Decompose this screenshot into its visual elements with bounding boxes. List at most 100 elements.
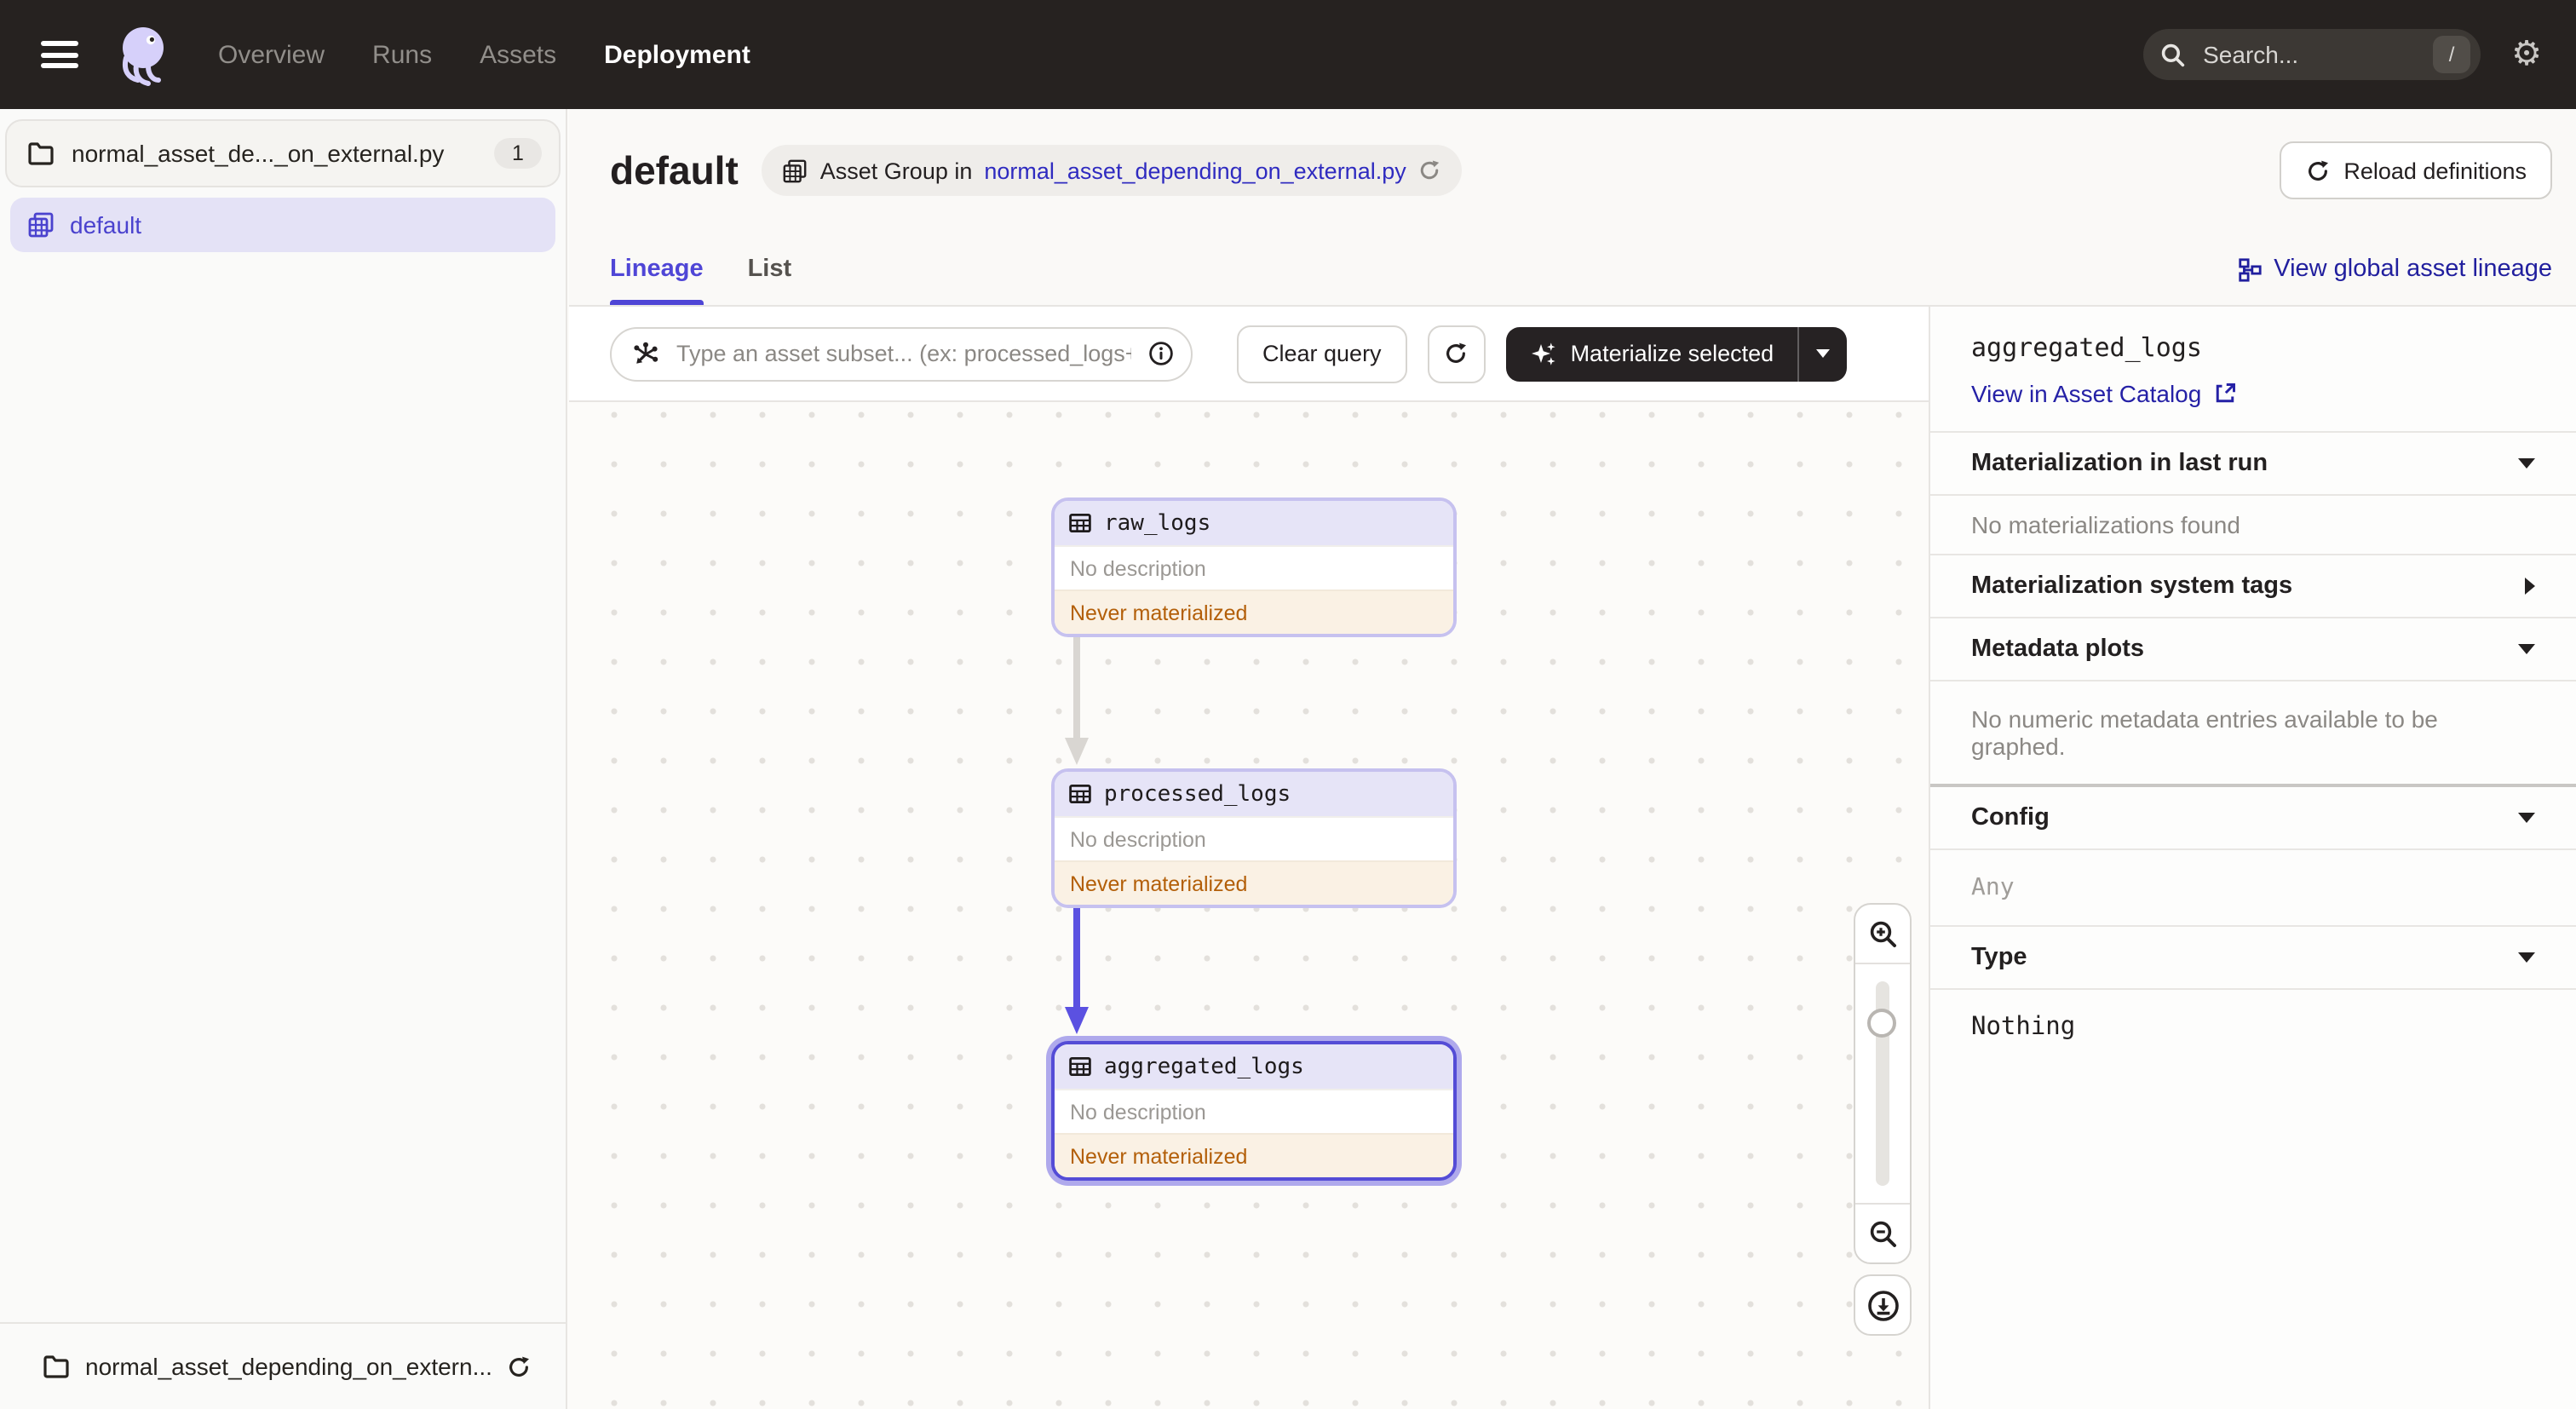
external-link-icon (2217, 383, 2236, 403)
search-shortcut-key: / (2433, 36, 2471, 73)
reload-definitions-button[interactable]: Reload definitions (2279, 141, 2552, 199)
section-materialization-system-tags[interactable]: Materialization system tags (1930, 555, 2576, 618)
nav-item-overview[interactable]: Overview (218, 40, 325, 69)
section-config[interactable]: Config (1930, 787, 2576, 850)
dagster-logo-icon[interactable] (106, 17, 181, 92)
nav-item-assets[interactable]: Assets (480, 40, 556, 69)
breadcrumb-prefix: Asset Group in (819, 158, 973, 183)
download-graph-button[interactable] (1854, 1274, 1912, 1336)
tab-list[interactable]: List (748, 233, 792, 305)
reload-location-icon[interactable] (506, 1354, 532, 1379)
section-label: Materialization in last run (1971, 450, 2268, 477)
asset-query-input-wrap (610, 326, 1193, 381)
code-location-row[interactable]: normal_asset_de..._on_external.py 1 (5, 119, 561, 187)
asset-status: Never materialized (1055, 1133, 1453, 1177)
search-icon (2161, 43, 2185, 66)
section-label: Type (1971, 944, 2027, 971)
asset-group-icon (28, 212, 54, 238)
breadcrumb: Asset Group in normal_asset_depending_on… (762, 145, 1463, 196)
chevron-down-icon (2518, 952, 2535, 963)
asset-status: Never materialized (1055, 589, 1453, 634)
asset-name: raw_logs (1104, 510, 1211, 536)
table-icon (1069, 1056, 1091, 1077)
zoom-slider-knob[interactable] (1866, 1009, 1895, 1038)
reload-location-icon[interactable] (1418, 158, 1442, 182)
nav-item-deployment[interactable]: Deployment (604, 40, 750, 69)
section-materialization-in-last-run[interactable]: Materialization in last run (1930, 433, 2576, 496)
asset-groups-sidebar: normal_asset_de..._on_external.py 1 defa… (0, 109, 567, 1409)
zoom-in-icon (1869, 920, 1895, 946)
asset-status: Never materialized (1055, 860, 1453, 905)
view-global-asset-lineage-link[interactable]: View global asset lineage (2236, 256, 2552, 283)
materialize-options-dropdown[interactable] (1797, 326, 1847, 381)
global-search[interactable]: / (2143, 29, 2481, 80)
selected-asset-name: aggregated_logs (1971, 332, 2202, 363)
refresh-graph-button[interactable] (1427, 325, 1486, 382)
table-icon (1069, 784, 1091, 804)
zoom-in-button[interactable] (1855, 905, 1910, 964)
asset-node-aggregated-logs[interactable]: aggregated_logs No description Never mat… (1051, 1041, 1457, 1181)
view-in-asset-catalog-link[interactable]: View in Asset Catalog (1971, 380, 2535, 407)
dagster-app: Overview Runs Assets Deployment / ⚙ norm… (0, 0, 2576, 1409)
primary-nav: Overview Runs Assets Deployment (218, 40, 750, 69)
folder-icon (28, 142, 54, 165)
breadcrumb-code-location-link[interactable]: normal_asset_depending_on_external.py (984, 158, 1406, 183)
zoom-out-icon (1869, 1220, 1895, 1246)
sparkle-icon (1531, 342, 1555, 365)
nav-item-runs[interactable]: Runs (372, 40, 432, 69)
section-label: Config (1971, 804, 2050, 831)
info-icon[interactable] (1148, 341, 1174, 366)
chevron-down-icon (2518, 644, 2535, 654)
materialize-selected-button[interactable]: Materialize selected (1505, 326, 1848, 381)
metadata-plots-empty-message: No numeric metadata entries available to… (1930, 681, 2576, 787)
chevron-right-icon (2525, 578, 2535, 595)
asset-node-raw-logs[interactable]: raw_logs No description Never materializ… (1051, 497, 1457, 637)
asset-name: processed_logs (1104, 781, 1291, 807)
refresh-icon (1446, 342, 1467, 363)
clear-query-button[interactable]: Clear query (1237, 325, 1407, 382)
section-metadata-plots[interactable]: Metadata plots (1930, 618, 2576, 681)
sidebar-item-label: default (70, 211, 142, 239)
asset-lineage-canvas[interactable]: raw_logs No description Never materializ… (569, 402, 1929, 1409)
zoom-out-button[interactable] (1855, 1203, 1910, 1262)
folder-icon (43, 1355, 69, 1378)
view-tabs: Lineage List View global asset lineage (610, 233, 2552, 305)
asset-query-input[interactable] (673, 339, 1135, 368)
reload-icon (2308, 159, 2328, 180)
chevron-down-icon (2518, 813, 2535, 823)
asset-detail-panel: aggregated_logs View in Asset Catalog Ma… (1929, 307, 2576, 1409)
asset-count-badge: 1 (494, 138, 542, 169)
settings-gear-icon[interactable]: ⚙ (2511, 37, 2542, 72)
materialize-selected-label: Materialize selected (1570, 341, 1774, 366)
section-type[interactable]: Type (1930, 927, 2576, 990)
search-input[interactable] (2199, 39, 2378, 70)
tab-lineage[interactable]: Lineage (610, 233, 704, 305)
footer-code-location-label: normal_asset_depending_on_extern... (85, 1353, 492, 1380)
sidebar-item-default-group[interactable]: default (10, 198, 555, 252)
asset-node-processed-logs[interactable]: processed_logs No description Never mate… (1051, 768, 1457, 908)
section-label: Materialization system tags (1971, 572, 2293, 600)
top-navbar: Overview Runs Assets Deployment / ⚙ (0, 0, 2576, 109)
chevron-down-icon (2518, 458, 2535, 469)
lineage-graph-icon (2238, 257, 2261, 281)
page-title: default (610, 147, 739, 192)
asset-group-icon (784, 158, 808, 182)
download-icon (1867, 1290, 1898, 1320)
edge-raw-to-processed (1065, 632, 1089, 765)
sidebar-footer-code-location: normal_asset_depending_on_extern... (0, 1322, 566, 1409)
view-in-asset-catalog-label: View in Asset Catalog (1971, 380, 2202, 407)
zoom-slider[interactable] (1855, 964, 1910, 1203)
view-global-asset-lineage-label: View global asset lineage (2274, 256, 2552, 283)
asset-description: No description (1055, 545, 1453, 589)
table-icon (1069, 513, 1091, 533)
page-header: default Asset Group in normal_asset_depe… (569, 109, 2576, 307)
code-location-label: normal_asset_de..._on_external.py (72, 140, 445, 167)
config-value: Any (1930, 850, 2576, 927)
navbar-right: / ⚙ (2143, 29, 2542, 80)
asset-name: aggregated_logs (1104, 1054, 1304, 1079)
zoom-controls (1854, 903, 1912, 1336)
edge-processed-to-aggregated (1065, 901, 1089, 1034)
reload-definitions-label: Reload definitions (2343, 158, 2527, 183)
hamburger-menu-icon[interactable] (41, 41, 78, 68)
section-label: Metadata plots (1971, 635, 2145, 663)
